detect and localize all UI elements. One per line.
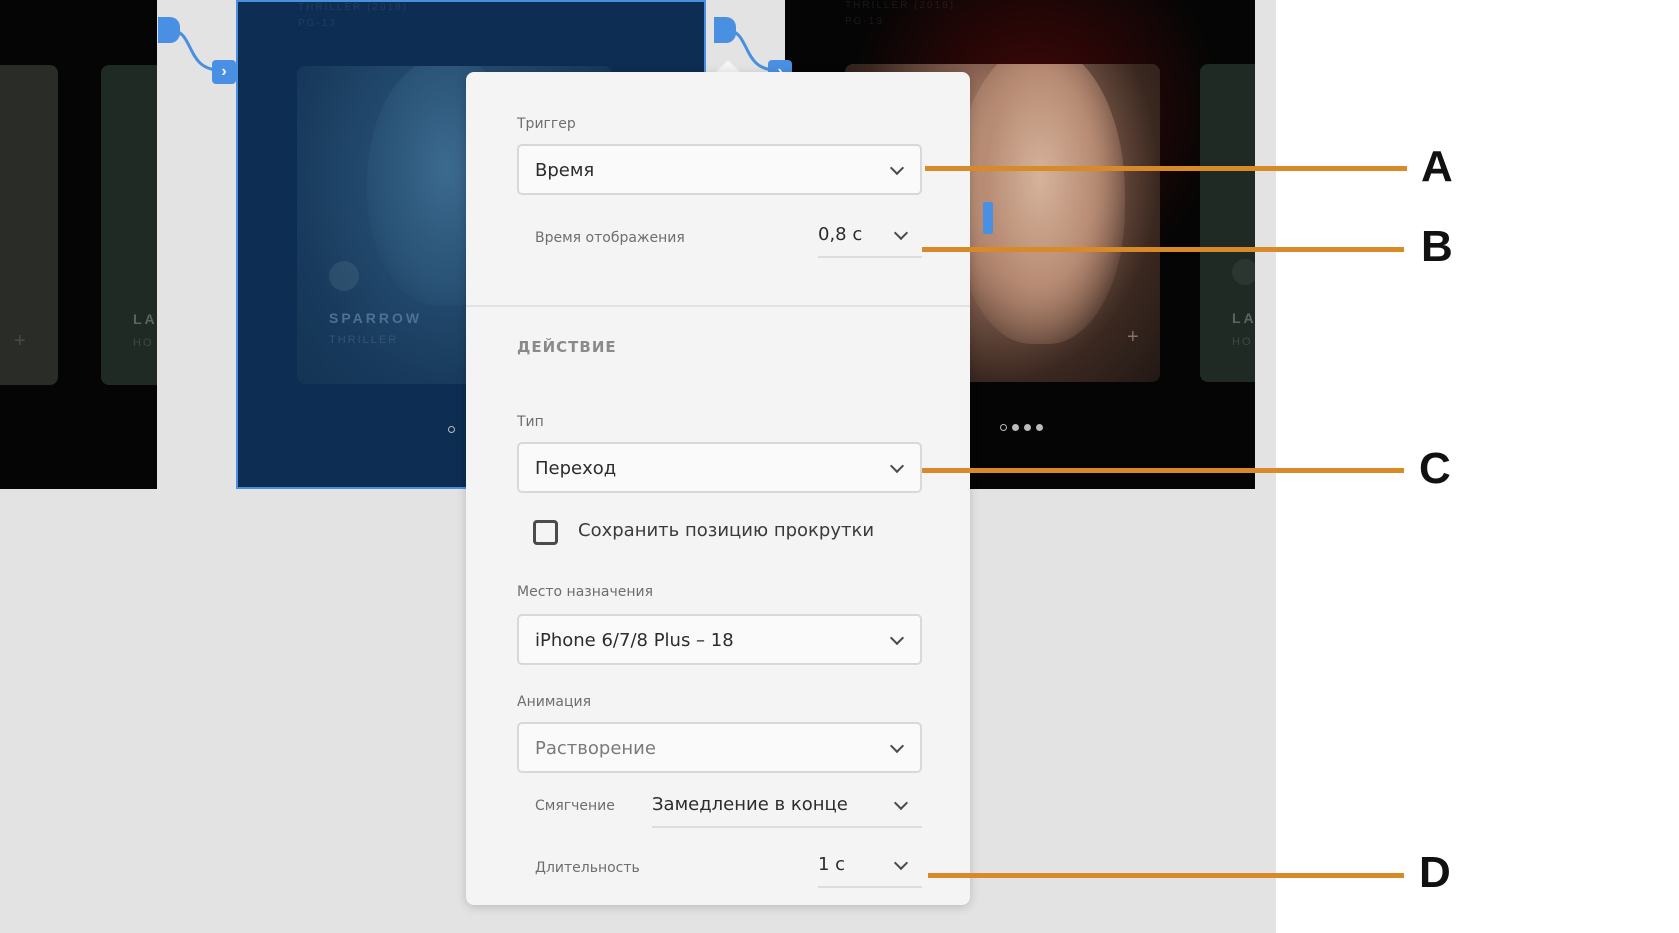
plus-icon: + — [1127, 326, 1139, 348]
card-subtitle: HO — [133, 337, 154, 349]
chevron-down-icon — [893, 225, 909, 241]
easing-dropdown[interactable]: Замедление в конце — [652, 788, 922, 830]
animation-label: Анимация — [517, 694, 592, 710]
field-underline — [818, 256, 922, 258]
callout-label-b: B — [1421, 222, 1453, 271]
plus-icon: + — [14, 330, 26, 352]
trigger-label: Триггер — [517, 116, 576, 132]
wire-connector-handle[interactable] — [158, 17, 180, 43]
header-title: THRILLER (2018) — [845, 0, 956, 11]
destination-value: iPhone 6/7/8 Plus – 18 — [535, 630, 734, 651]
duration-label: Длительность — [535, 860, 640, 876]
pagination-dot — [1036, 424, 1043, 431]
chevron-down-icon — [893, 795, 909, 811]
preserve-scroll-checkbox[interactable] — [533, 520, 558, 545]
card-subtitle: HO — [1232, 336, 1253, 348]
pagination-dot — [1012, 424, 1019, 431]
chevron-down-icon — [893, 855, 909, 871]
field-underline — [652, 826, 922, 828]
header-rating: PG-13 — [298, 18, 337, 29]
callout-label-a: A — [1421, 142, 1453, 191]
type-value: Переход — [535, 458, 617, 479]
pagination-dot — [1024, 424, 1031, 431]
display-time-label: Время отображения — [535, 230, 685, 246]
card-genre: THRILLER — [329, 334, 399, 346]
easing-value: Замедление в конце — [652, 794, 848, 815]
pagination-dots — [448, 426, 455, 433]
chevron-down-icon — [889, 160, 905, 176]
action-section-heading: ДЕЙСТВИЕ — [517, 338, 617, 356]
portrait-image — [955, 64, 1125, 344]
chevron-down-icon — [889, 738, 905, 754]
display-time-dropdown[interactable]: 0,8 с — [818, 218, 922, 260]
wire-arrow-icon[interactable]: › — [212, 60, 236, 84]
callout-label-d: D — [1419, 848, 1451, 897]
artboard-left[interactable]: LA HO + — [0, 0, 157, 489]
card-title: SPARROW — [329, 310, 423, 326]
pagination-dot — [1000, 424, 1007, 431]
callout-line-c — [922, 468, 1404, 473]
carousel-card — [0, 65, 58, 385]
right-pane — [1276, 0, 1679, 933]
pagination-dot — [448, 426, 455, 433]
callout-line-a — [925, 166, 1407, 171]
animation-value: Растворение — [535, 738, 656, 759]
play-icon — [329, 261, 359, 291]
header-rating: PG-13 — [845, 16, 884, 27]
play-icon — [1232, 259, 1255, 285]
chevron-down-icon — [889, 630, 905, 646]
duration-dropdown[interactable]: 1 с — [818, 848, 922, 890]
section-divider — [466, 305, 970, 307]
wire-connector-handle[interactable] — [983, 202, 993, 234]
type-dropdown[interactable]: Переход — [517, 442, 922, 493]
carousel-card: LA HO — [101, 65, 157, 385]
easing-label: Смягчение — [535, 798, 615, 814]
card-title: LA — [133, 311, 157, 327]
trigger-dropdown[interactable]: Время — [517, 144, 922, 195]
chevron-down-icon — [889, 458, 905, 474]
header-title: THRILLER (2018) — [298, 2, 409, 13]
preserve-scroll-label[interactable]: Сохранить позицию прокрутки — [578, 520, 874, 541]
callout-line-d — [928, 873, 1404, 878]
card-title: LA — [1232, 310, 1255, 326]
destination-dropdown[interactable]: iPhone 6/7/8 Plus – 18 — [517, 614, 922, 665]
wire-connector-handle[interactable] — [714, 17, 736, 43]
animation-dropdown[interactable]: Растворение — [517, 722, 922, 773]
pagination-dots — [1000, 424, 1043, 431]
field-underline — [818, 886, 922, 888]
callout-label-c: C — [1419, 444, 1451, 493]
destination-label: Место назначения — [517, 584, 654, 600]
trigger-value: Время — [535, 160, 595, 181]
carousel-card: LA HO — [1200, 64, 1255, 382]
duration-value: 1 с — [818, 854, 846, 875]
type-label: Тип — [517, 414, 544, 430]
display-time-value: 0,8 с — [818, 224, 863, 245]
callout-line-b — [922, 247, 1404, 252]
interaction-popover: Триггер Время Время отображения 0,8 с ДЕ… — [466, 72, 970, 905]
